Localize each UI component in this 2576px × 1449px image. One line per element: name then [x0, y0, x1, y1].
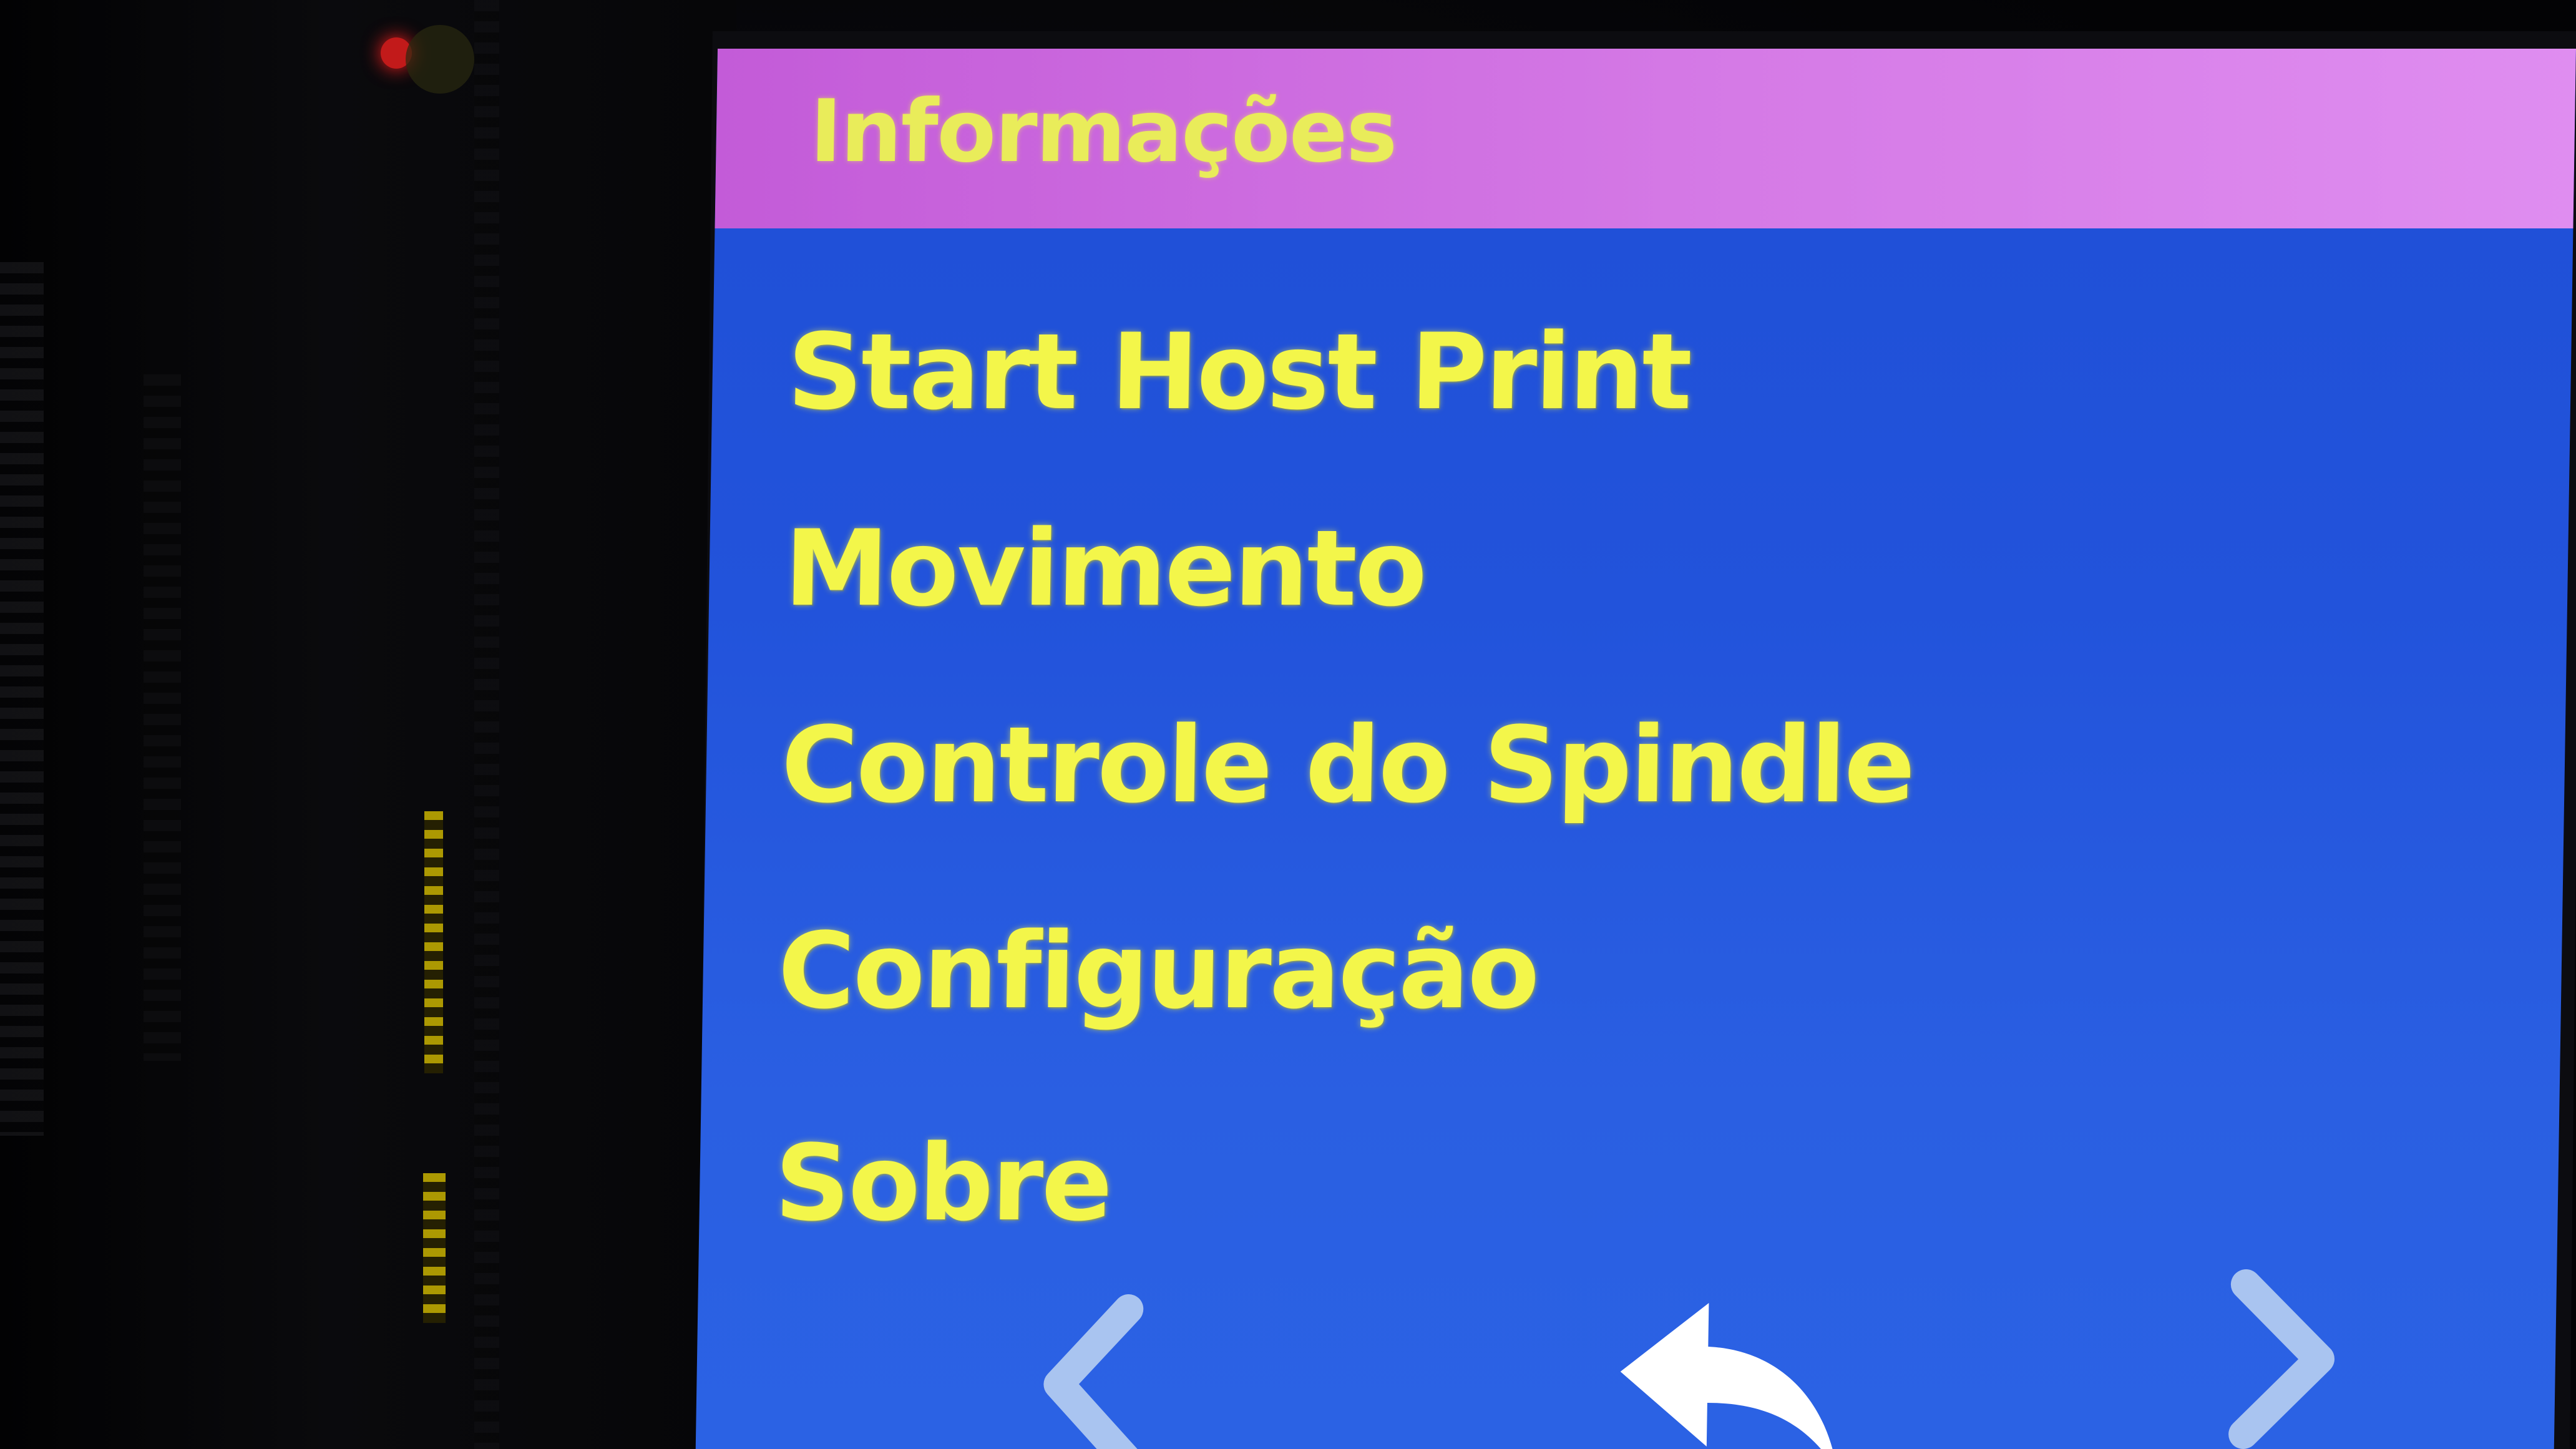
chevron-right-icon: [2228, 1269, 2335, 1449]
lcd-screen: Informações Start Host Print Movimento C…: [695, 49, 2576, 1449]
prev-page-button[interactable]: [1020, 1290, 1160, 1449]
menu-item-movimento[interactable]: Movimento: [783, 507, 1426, 630]
menu-item-sobre[interactable]: Sobre: [774, 1122, 1112, 1244]
chevron-left-icon: [1043, 1294, 1144, 1449]
board-trace: [144, 374, 181, 1061]
circuit-board: [0, 0, 736, 1449]
board-connector: [0, 262, 44, 1136]
menu-header[interactable]: Informações: [715, 49, 2576, 228]
menu-item-configuracao[interactable]: Configuração: [777, 910, 1539, 1032]
page-title: Informações: [809, 81, 1397, 182]
menu-item-controle-do-spindle[interactable]: Controle do Spindle: [780, 704, 1914, 826]
next-page-button[interactable]: [2206, 1266, 2359, 1449]
photo-frame: Informações Start Host Print Movimento C…: [0, 0, 2576, 1449]
back-button[interactable]: [1606, 1290, 1859, 1449]
board-edge: [474, 0, 499, 1449]
header-pins: [423, 1173, 446, 1323]
back-arrow-icon: [1620, 1303, 1838, 1449]
board-component: [406, 25, 474, 94]
menu-item-start-host-print[interactable]: Start Host Print: [786, 311, 1691, 433]
header-pins: [424, 811, 443, 1073]
